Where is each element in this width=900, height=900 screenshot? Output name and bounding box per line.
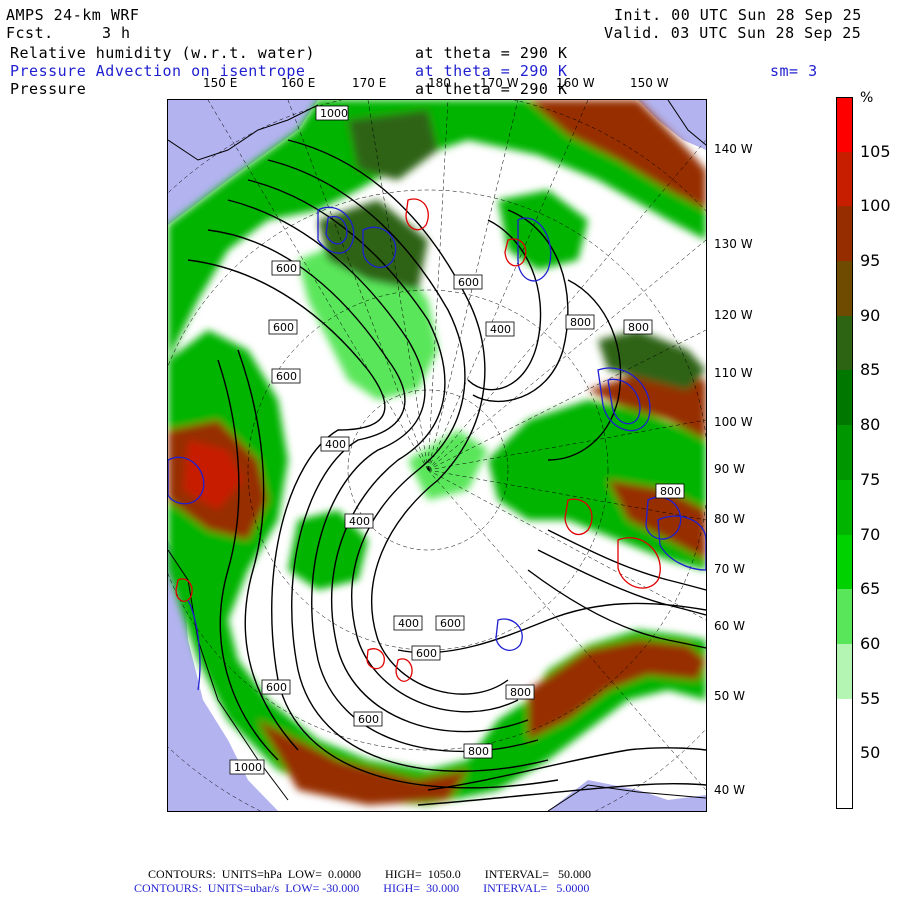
- colorbar-segment: [836, 151, 853, 207]
- contour-label: 600: [411, 645, 441, 661]
- colorbar-label: 105: [860, 141, 891, 161]
- contour-label: 1000: [315, 105, 349, 121]
- model-title: AMPS 24-km WRF: [6, 6, 140, 24]
- contour-label: 800: [565, 314, 595, 330]
- contour-label: 600: [271, 368, 301, 384]
- lat-label: 130 W: [714, 237, 753, 251]
- colorbar-label: 85: [860, 360, 881, 380]
- svg-text:400: 400: [325, 438, 346, 451]
- lon-label: 160 E: [281, 76, 316, 90]
- svg-text:600: 600: [458, 276, 479, 289]
- svg-text:1000: 1000: [320, 107, 348, 120]
- lat-label: 50 W: [714, 689, 745, 703]
- colorbar-label: 90: [860, 305, 881, 325]
- colorbar-label: 60: [860, 633, 881, 653]
- svg-text:400: 400: [349, 515, 370, 528]
- colorbar-label: 50: [860, 743, 881, 763]
- colorbar-label: 55: [860, 688, 881, 708]
- field3-name: Pressure: [10, 80, 87, 98]
- svg-text:800: 800: [628, 321, 649, 334]
- contour-label: 600: [261, 679, 291, 695]
- contour-label: 600: [453, 274, 483, 290]
- colorbar-label: 65: [860, 579, 881, 599]
- lon-label: 160 W: [556, 76, 595, 90]
- colorbar-segment: [836, 589, 853, 644]
- field1-name: Relative humidity (w.r.t. water): [10, 44, 315, 62]
- contour-label: 800: [505, 684, 535, 700]
- colorbar-segment: [836, 97, 853, 153]
- lon-label: 150 W: [630, 76, 669, 90]
- svg-text:800: 800: [510, 686, 531, 699]
- lat-label: 100 W: [714, 415, 753, 429]
- lat-label: 40 W: [714, 783, 745, 797]
- field2-name: Pressure Advection on isentrope: [10, 62, 306, 80]
- colorbar-segment: [836, 370, 853, 426]
- field2-smoothing: sm= 3: [770, 62, 818, 80]
- map-canvas: 1000 600 600 600 600 400 400 400 400 600…: [168, 100, 706, 811]
- contour-label: 600: [353, 711, 383, 727]
- lat-label: 120 W: [714, 308, 753, 322]
- colorbar-unit: %: [860, 90, 874, 106]
- lat-label: 140 W: [714, 142, 753, 156]
- contour-label: 800: [463, 743, 493, 759]
- forecast-hour: 3 h: [102, 24, 131, 42]
- contour-label: 600: [268, 319, 298, 335]
- map-panel: 1000 600 600 600 600 400 400 400 400 600…: [167, 99, 707, 812]
- svg-text:600: 600: [276, 370, 297, 383]
- valid-time: Valid. 03 UTC Sun 28 Sep 25: [604, 24, 862, 42]
- colorbar-segment: [836, 206, 853, 262]
- lon-label: 150 E: [203, 76, 238, 90]
- contour-label: 600: [435, 615, 465, 631]
- lon-label: 170 W: [480, 76, 519, 90]
- colorbar-segment: [836, 479, 853, 535]
- colorbar-label: 95: [860, 251, 881, 271]
- svg-text:800: 800: [570, 316, 591, 329]
- contour-label: 400: [320, 436, 350, 452]
- init-time: Init. 00 UTC Sun 28 Sep 25: [614, 6, 862, 24]
- colorbar-label: 70: [860, 524, 881, 544]
- svg-text:600: 600: [440, 617, 461, 630]
- colorbar-label: 75: [860, 469, 881, 489]
- svg-text:600: 600: [273, 321, 294, 334]
- svg-text:400: 400: [398, 617, 419, 630]
- contour-label: 800: [655, 483, 685, 499]
- contour-label: 1000: [229, 759, 265, 775]
- contour-label: 600: [271, 260, 301, 276]
- svg-text:600: 600: [416, 647, 437, 660]
- lon-label: 180: [428, 76, 451, 90]
- svg-text:600: 600: [266, 681, 287, 694]
- svg-text:600: 600: [276, 262, 297, 275]
- contour-label: 400: [344, 513, 374, 529]
- forecast-label: Fcst.: [6, 24, 54, 42]
- contour-label: 800: [623, 319, 653, 335]
- colorbar-label: 80: [860, 415, 881, 435]
- colorbar-segment: [836, 261, 853, 316]
- footer-contours-pressure: CONTOURS: UNITS=hPa LOW= 0.0000 HIGH= 10…: [148, 867, 591, 881]
- svg-text:600: 600: [358, 713, 379, 726]
- colorbar-segment: [836, 643, 853, 699]
- lon-label: 170 E: [352, 76, 387, 90]
- svg-text:800: 800: [468, 745, 489, 758]
- footer-contours-advection: CONTOURS: UNITS=ubar/s LOW= -30.000 HIGH…: [134, 881, 590, 895]
- lat-label: 80 W: [714, 512, 745, 526]
- contour-label: 400: [485, 321, 515, 337]
- colorbar-label: 100: [860, 196, 891, 216]
- colorbar-segment: [836, 534, 853, 590]
- lat-label: 110 W: [714, 366, 753, 380]
- svg-text:800: 800: [660, 485, 681, 498]
- field1-level: at theta = 290 K: [415, 44, 568, 62]
- colorbar-segment: [836, 315, 853, 371]
- contour-label: 400: [393, 615, 423, 631]
- lat-label: 70 W: [714, 562, 745, 576]
- lat-label: 90 W: [714, 462, 745, 476]
- svg-text:400: 400: [490, 323, 511, 336]
- lat-label: 60 W: [714, 619, 745, 633]
- svg-text:1000: 1000: [234, 761, 262, 774]
- colorbar-segment: [836, 425, 853, 480]
- colorbar-segment: [836, 753, 853, 809]
- colorbar-segment: [836, 698, 853, 754]
